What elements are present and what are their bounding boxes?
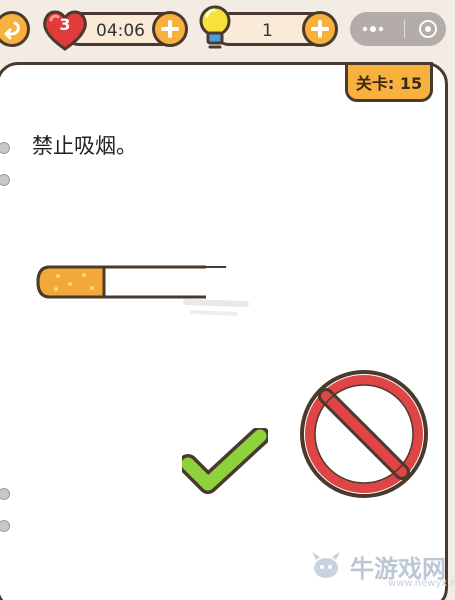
lightbulb-icon	[199, 5, 231, 49]
watermark-url: www.newyx.net	[388, 578, 455, 589]
plus-icon	[311, 20, 329, 38]
timer-text: 04:06	[96, 21, 145, 41]
top-bar: 04:06 3 1	[0, 0, 455, 62]
level-label: 关卡: 15	[355, 74, 423, 93]
back-button[interactable]	[0, 11, 30, 47]
close-miniprogram-button[interactable]	[413, 12, 443, 46]
mascot-icon	[312, 552, 340, 578]
miniprogram-capsule	[350, 12, 446, 46]
more-dots-icon	[362, 26, 384, 32]
add-hint-button[interactable]	[302, 11, 338, 47]
checkmark-icon[interactable]	[182, 428, 268, 498]
more-button[interactable]	[350, 12, 396, 46]
question-text: 禁止吸烟。	[32, 134, 137, 158]
back-arrow-icon	[4, 21, 20, 40]
lives-count: 3	[59, 15, 71, 34]
no-sign-icon[interactable]	[296, 366, 432, 502]
target-icon	[419, 20, 437, 38]
hints-count: 1	[262, 21, 273, 41]
plus-icon	[161, 20, 179, 38]
add-time-button[interactable]	[152, 11, 188, 47]
lives-badge: 3	[40, 6, 90, 52]
capsule-divider	[404, 20, 405, 38]
cigarette-icon[interactable]	[36, 262, 256, 326]
watermark: 牛游戏网 www.newyx.net	[308, 548, 455, 589]
level-tag: 关卡: 15	[345, 62, 433, 102]
